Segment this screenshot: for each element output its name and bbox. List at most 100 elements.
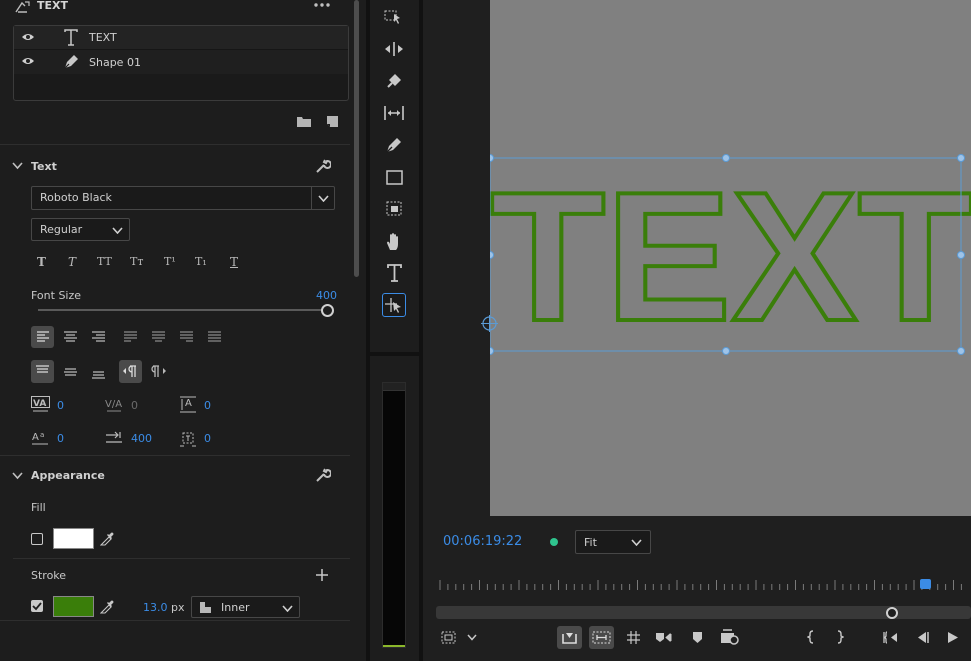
baseline-shift-value[interactable]: 0 [57, 432, 64, 445]
safe-margins-icon[interactable] [441, 631, 456, 644]
stroke-width-value[interactable]: 13.0 [143, 601, 168, 614]
export-frame-button[interactable] [557, 626, 582, 649]
playhead-timecode[interactable]: 00:06:19:22 [443, 534, 522, 549]
panel-header-icon [13, 0, 33, 14]
align-middle-button[interactable] [59, 360, 82, 383]
zoom-level-value: Fit [584, 536, 597, 549]
chevron-down-icon[interactable] [12, 472, 23, 480]
justify-center-button[interactable] [147, 326, 170, 348]
transform-handle [722, 154, 730, 162]
anchor-point-icon[interactable] [481, 315, 498, 332]
step-back-icon[interactable] [916, 631, 930, 644]
tracking-value[interactable]: 0 [57, 399, 64, 412]
compare-view-button[interactable] [589, 626, 614, 649]
align-center-button[interactable] [59, 326, 82, 348]
align-right-button[interactable] [87, 326, 110, 348]
font-size-value[interactable]: 400 [316, 289, 337, 302]
stroke-position-dropdown[interactable]: Inner [191, 596, 300, 618]
hand-tool-icon[interactable] [385, 232, 403, 251]
snap-tool-button[interactable] [382, 293, 406, 317]
eyedropper-icon[interactable] [100, 531, 115, 546]
fill-color-swatch[interactable] [53, 528, 94, 549]
layer-row[interactable]: TEXT [14, 26, 348, 50]
stroke-color-swatch[interactable] [53, 596, 94, 617]
transform-handle [722, 347, 730, 355]
play-icon[interactable] [947, 631, 959, 644]
wrench-icon[interactable] [315, 467, 331, 483]
subscript-button[interactable]: T₁ [195, 255, 207, 268]
zoom-scrollbar-handle[interactable] [886, 607, 898, 619]
add-stroke-icon[interactable] [316, 569, 328, 581]
mark-in-icon[interactable] [807, 630, 815, 644]
zoom-level-dropdown[interactable]: Fit [575, 530, 651, 554]
transform-handle [490, 251, 494, 259]
type-tool-icon[interactable] [386, 264, 403, 282]
meter-level [383, 645, 405, 647]
grid-icon[interactable] [626, 630, 641, 645]
faux-italic-button[interactable]: T [68, 255, 76, 269]
chevron-down-icon [112, 227, 123, 234]
razor-tool-icon[interactable] [385, 72, 403, 90]
monitor-canvas[interactable]: TEXT [490, 0, 971, 516]
new-layer-icon[interactable] [326, 115, 339, 128]
section-title-text: Text [31, 160, 57, 173]
font-size-slider-track[interactable] [38, 309, 322, 311]
leading-value[interactable]: 0 [204, 399, 211, 412]
transform-handle [957, 347, 965, 355]
go-to-marker-icon[interactable] [655, 631, 675, 644]
right-to-left-button[interactable] [147, 360, 170, 383]
left-to-right-button[interactable] [119, 360, 142, 383]
tab-width-icon [105, 431, 123, 445]
mark-out-icon[interactable] [836, 630, 844, 644]
superscript-button[interactable]: T¹ [164, 255, 176, 268]
zoom-crop-tool-icon[interactable] [386, 201, 404, 219]
rectangle-tool-icon[interactable] [386, 170, 403, 185]
divider [0, 620, 350, 621]
font-family-dropdown[interactable]: Roboto Black [31, 186, 335, 210]
new-folder-icon[interactable] [297, 116, 311, 127]
svg-text:VA: VA [33, 399, 46, 409]
visibility-eye-icon[interactable] [21, 32, 35, 42]
eyedropper-icon[interactable] [100, 599, 115, 614]
tab-width-value[interactable]: 400 [131, 432, 152, 445]
justify-all-button[interactable] [203, 326, 226, 348]
kerning-value[interactable]: 0 [131, 399, 138, 412]
justify-left-button[interactable] [119, 326, 142, 348]
svg-text:A: A [32, 432, 39, 443]
panel-menu-icon[interactable] [313, 1, 331, 9]
align-left-button[interactable] [31, 326, 54, 348]
selection-tool-icon[interactable] [384, 8, 404, 26]
tracking-icon: VA [31, 396, 50, 413]
audio-meter [382, 382, 406, 648]
small-caps-button[interactable]: Tт [130, 255, 143, 268]
fill-checkbox[interactable] [31, 533, 43, 545]
slip-tool-icon[interactable] [384, 105, 404, 121]
tsume-value[interactable]: 0 [204, 432, 211, 445]
panel-scrollbar-thumb[interactable] [354, 0, 359, 277]
align-bottom-button[interactable] [87, 360, 110, 383]
chevron-down-icon[interactable] [12, 162, 23, 170]
preview-settings-icon[interactable] [720, 629, 740, 646]
all-caps-button[interactable]: TT [97, 255, 112, 268]
underline-button[interactable]: T [230, 255, 238, 269]
font-size-slider-thumb[interactable] [320, 304, 334, 317]
playhead-marker[interactable] [920, 579, 931, 589]
stroke-checkbox[interactable] [31, 600, 43, 612]
svg-text:a: a [40, 431, 44, 439]
align-top-button[interactable] [31, 360, 54, 383]
pen-tool-icon[interactable] [385, 136, 403, 154]
font-style-dropdown[interactable]: Regular [31, 218, 130, 241]
time-ruler[interactable] [436, 576, 971, 593]
add-marker-icon[interactable] [692, 631, 703, 644]
visibility-eye-icon[interactable] [21, 56, 35, 66]
layer-row[interactable]: Shape 01 [14, 50, 348, 74]
baseline-shift-icon: Aa [31, 430, 49, 446]
faux-bold-button[interactable]: T [37, 255, 46, 269]
ripple-edit-tool-icon[interactable] [384, 40, 404, 58]
leading-icon: A [179, 396, 197, 413]
justify-right-button[interactable] [175, 326, 198, 348]
wrench-icon[interactable] [315, 158, 331, 174]
section-title-appearance: Appearance [31, 469, 105, 482]
go-to-in-icon[interactable] [882, 631, 899, 644]
chevron-down-icon[interactable] [467, 634, 477, 641]
